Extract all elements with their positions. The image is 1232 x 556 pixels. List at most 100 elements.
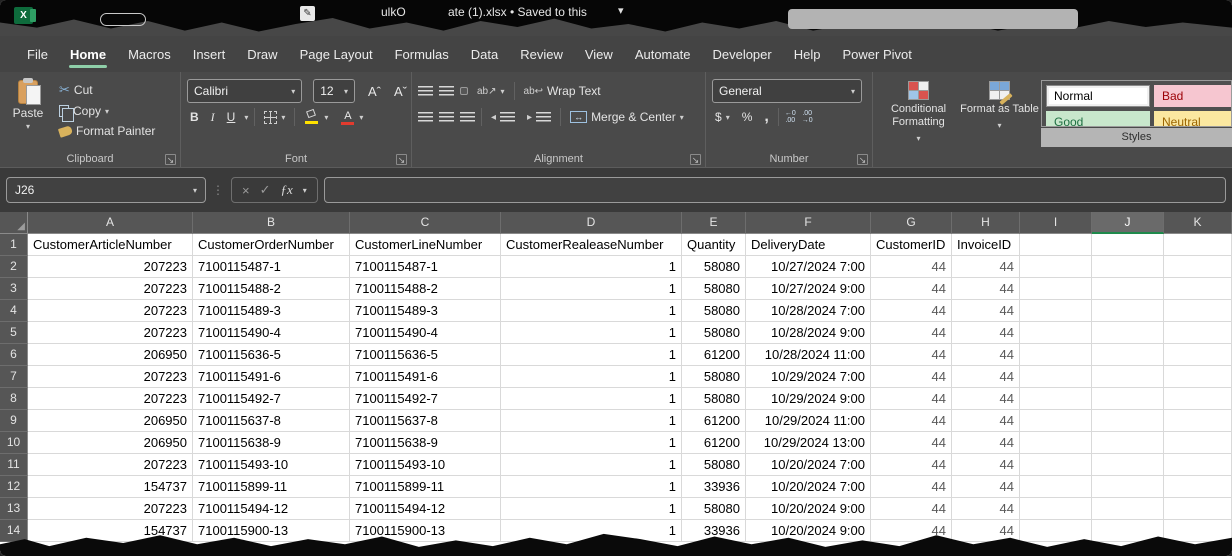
cell-I12[interactable]	[1020, 476, 1092, 498]
cell-H8[interactable]: 44	[952, 388, 1020, 410]
cell-D8[interactable]: 1	[501, 388, 682, 410]
cell-F6[interactable]: 10/28/2024 11:00	[746, 344, 871, 366]
tab-draw[interactable]: Draw	[236, 36, 288, 72]
cell-G10[interactable]: 44	[871, 432, 952, 454]
confirm-entry-button[interactable]: ✓	[260, 182, 271, 198]
cell-D13[interactable]: 1	[501, 498, 682, 520]
row-header-14[interactable]: 14	[0, 520, 28, 542]
cell-I11[interactable]	[1020, 454, 1092, 476]
decrease-decimal-button[interactable]: .00→0	[802, 110, 813, 124]
cell-D11[interactable]: 1	[501, 454, 682, 476]
cell-D1[interactable]: CustomerRealeaseNumber	[501, 234, 682, 256]
cell-J12[interactable]	[1092, 476, 1164, 498]
cell-G1[interactable]: CustomerID	[871, 234, 952, 256]
row-header-11[interactable]: 11	[0, 454, 28, 476]
cell-A13[interactable]: 207223	[28, 498, 193, 520]
cell-F12[interactable]: 10/20/2024 7:00	[746, 476, 871, 498]
cell-C2[interactable]: 7100115487-1	[350, 256, 501, 278]
cell-B6[interactable]: 7100115636-5	[193, 344, 350, 366]
cell-A1[interactable]: CustomerArticleNumber	[28, 234, 193, 256]
cell-K8[interactable]	[1164, 388, 1232, 410]
cell-F11[interactable]: 10/20/2024 7:00	[746, 454, 871, 476]
column-header-B[interactable]: B	[193, 212, 350, 234]
tab-file[interactable]: File	[16, 36, 59, 72]
tab-page-layout[interactable]: Page Layout	[289, 36, 384, 72]
cell-A9[interactable]: 206950	[28, 410, 193, 432]
cell-D9[interactable]: 1	[501, 410, 682, 432]
cell-H11[interactable]: 44	[952, 454, 1020, 476]
cell-I10[interactable]	[1020, 432, 1092, 454]
cell-G4[interactable]: 44	[871, 300, 952, 322]
cell-A6[interactable]: 206950	[28, 344, 193, 366]
merge-center-button[interactable]: ↔ Merge & Center ▾	[567, 109, 687, 125]
cell-A5[interactable]: 207223	[28, 322, 193, 344]
wrap-text-button[interactable]: ab↩ Wrap Text	[521, 83, 604, 99]
cell-K4[interactable]	[1164, 300, 1232, 322]
search-box[interactable]	[788, 9, 1078, 29]
cell-B7[interactable]: 7100115491-6	[193, 366, 350, 388]
percent-button[interactable]: %	[739, 109, 756, 125]
increase-decimal-button[interactable]: ←0.00	[785, 110, 796, 124]
tab-help[interactable]: Help	[783, 36, 832, 72]
cell-I7[interactable]	[1020, 366, 1092, 388]
cell-B9[interactable]: 7100115637-8	[193, 410, 350, 432]
paste-button[interactable]: Paste ▾	[6, 78, 50, 147]
cell-C5[interactable]: 7100115490-4	[350, 322, 501, 344]
cell-B8[interactable]: 7100115492-7	[193, 388, 350, 410]
align-middle-button[interactable]	[439, 86, 454, 97]
title-chevron-down-icon[interactable]: ▾	[618, 4, 624, 17]
cell-B4[interactable]: 7100115489-3	[193, 300, 350, 322]
excel-app-icon[interactable]: X	[14, 7, 33, 24]
cell-F2[interactable]: 10/27/2024 7:00	[746, 256, 871, 278]
column-header-G[interactable]: G	[871, 212, 952, 234]
style-good[interactable]: Good	[1046, 111, 1150, 127]
fx-chevron-icon[interactable]: ▾	[303, 186, 307, 195]
cell-K14[interactable]	[1164, 520, 1232, 542]
cell-A2[interactable]: 207223	[28, 256, 193, 278]
cell-H5[interactable]: 44	[952, 322, 1020, 344]
cell-H13[interactable]: 44	[952, 498, 1020, 520]
tab-developer[interactable]: Developer	[701, 36, 782, 72]
column-header-A[interactable]: A	[28, 212, 193, 234]
autosave-toggle[interactable]	[100, 13, 146, 26]
cell-K1[interactable]	[1164, 234, 1232, 256]
column-header-J[interactable]: J	[1092, 212, 1164, 234]
cell-D12[interactable]: 1	[501, 476, 682, 498]
cell-E10[interactable]: 61200	[682, 432, 746, 454]
formula-input[interactable]	[324, 177, 1226, 203]
cell-J1[interactable]	[1092, 234, 1164, 256]
cell-G3[interactable]: 44	[871, 278, 952, 300]
row-header-12[interactable]: 12	[0, 476, 28, 498]
cell-B14[interactable]: 7100115900-13	[193, 520, 350, 542]
cell-I8[interactable]	[1020, 388, 1092, 410]
cell-G5[interactable]: 44	[871, 322, 952, 344]
cell-H4[interactable]: 44	[952, 300, 1020, 322]
italic-button[interactable]: I	[208, 109, 218, 126]
format-as-table-button[interactable]: Format as Table ▾	[960, 78, 1039, 147]
cell-F3[interactable]: 10/27/2024 9:00	[746, 278, 871, 300]
clipboard-dialog-launcher[interactable]: ↘	[165, 154, 176, 165]
cell-D3[interactable]: 1	[501, 278, 682, 300]
tab-view[interactable]: View	[574, 36, 624, 72]
cell-I4[interactable]	[1020, 300, 1092, 322]
cell-C8[interactable]: 7100115492-7	[350, 388, 501, 410]
row-header-3[interactable]: 3	[0, 278, 28, 300]
cell-A8[interactable]: 207223	[28, 388, 193, 410]
cell-J11[interactable]	[1092, 454, 1164, 476]
cell-F10[interactable]: 10/29/2024 13:00	[746, 432, 871, 454]
cell-H1[interactable]: InvoiceID	[952, 234, 1020, 256]
cell-G12[interactable]: 44	[871, 476, 952, 498]
cell-B3[interactable]: 7100115488-2	[193, 278, 350, 300]
cell-I1[interactable]	[1020, 234, 1092, 256]
cell-C9[interactable]: 7100115637-8	[350, 410, 501, 432]
align-left-button[interactable]	[418, 112, 433, 123]
row-header-9[interactable]: 9	[0, 410, 28, 432]
cell-J10[interactable]	[1092, 432, 1164, 454]
number-dialog-launcher[interactable]: ↘	[857, 154, 868, 165]
cell-D10[interactable]: 1	[501, 432, 682, 454]
cell-B2[interactable]: 7100115487-1	[193, 256, 350, 278]
cell-J5[interactable]	[1092, 322, 1164, 344]
tab-insert[interactable]: Insert	[182, 36, 237, 72]
style-bad[interactable]: Bad	[1154, 85, 1232, 107]
column-header-H[interactable]: H	[952, 212, 1020, 234]
